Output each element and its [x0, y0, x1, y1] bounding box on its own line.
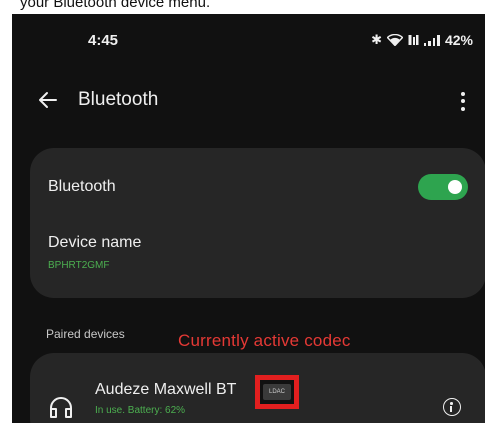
more-vert-icon[interactable]	[453, 88, 473, 114]
headphones-icon	[50, 397, 72, 418]
status-time: 4:45	[88, 32, 119, 49]
codec-highlight-box: LDAC	[255, 375, 299, 409]
device-status: In use. Battery: 62%	[95, 405, 186, 416]
device-name-label[interactable]: Device name	[48, 234, 141, 252]
toggle-knob	[448, 180, 462, 194]
paired-devices-heading: Paired devices	[46, 327, 125, 341]
status-icons: ✱ 42%	[371, 32, 473, 48]
paired-device-item[interactable]: Audeze Maxwell BT In use. Battery: 62% L…	[30, 353, 485, 423]
device-name: Audeze Maxwell BT	[95, 381, 237, 398]
codec-badge: LDAC	[263, 384, 291, 400]
signal-icon	[423, 34, 440, 46]
bluetooth-toggle[interactable]	[418, 174, 468, 200]
volte-icon	[408, 35, 419, 45]
phone-screen: 4:45 ✱ 42% Bluetooth Bluetooth Device na…	[12, 14, 485, 423]
info-icon[interactable]	[443, 398, 461, 416]
codec-annotation: Currently active codec	[178, 331, 351, 350]
bluetooth-settings-card: Bluetooth Device name BPHRT2GMF	[30, 148, 485, 298]
bluetooth-toggle-label: Bluetooth	[48, 178, 116, 195]
caption-text: your Bluetooth device menu.	[0, 0, 493, 14]
device-name-value: BPHRT2GMF	[48, 260, 110, 271]
wifi-icon	[386, 34, 403, 46]
arrow-left-icon[interactable]	[36, 88, 60, 112]
bluetooth-icon: ✱	[371, 32, 382, 47]
page-title: Bluetooth	[78, 89, 159, 110]
battery-percent: 42%	[444, 32, 473, 48]
